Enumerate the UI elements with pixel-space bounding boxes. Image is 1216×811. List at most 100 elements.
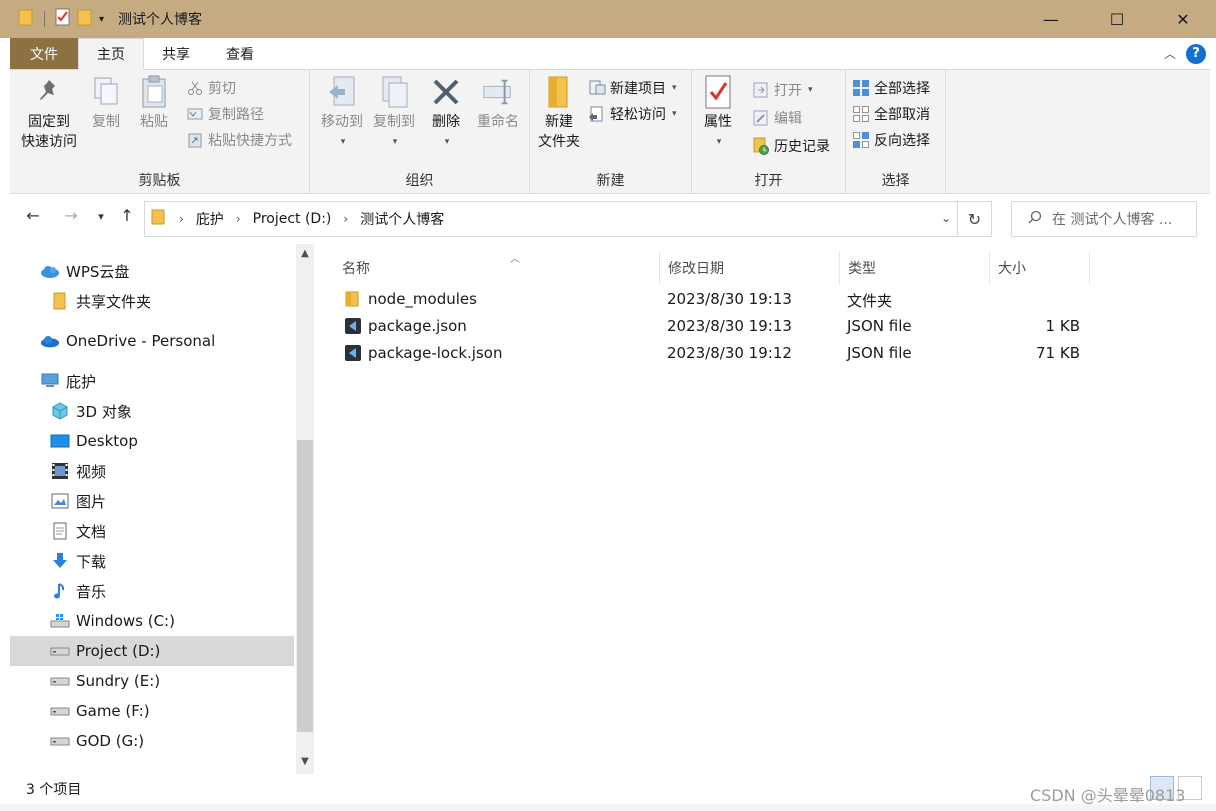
copy-to-button[interactable]: 复制到 ▾ — [366, 74, 422, 152]
file-type: JSON file — [847, 344, 912, 362]
folder-icon — [18, 8, 34, 30]
watermark: CSDN @头晕晕0813 — [1030, 786, 1186, 805]
new-folder-button[interactable]: 新建 文件夹 — [534, 74, 584, 152]
new-item-button[interactable]: 新建项目 ▾ — [588, 76, 677, 100]
tab-view[interactable]: 查看 — [208, 38, 272, 69]
edit-button[interactable]: 编辑 — [752, 106, 802, 130]
new-folder-icon[interactable] — [77, 8, 93, 30]
windows-drive-icon — [50, 611, 70, 631]
nav-item-pictures[interactable]: 图片 — [10, 486, 294, 516]
move-to-button[interactable]: 移动到 ▾ — [314, 74, 370, 152]
refresh-button[interactable]: ↻ — [958, 201, 992, 237]
clipboard-group: 固定到 快速访问 复制 粘贴 剪切 复制路径 粘贴快捷方式 剪贴板 — [10, 70, 310, 194]
nav-item-drive-e[interactable]: Sundry (E:) — [10, 666, 294, 696]
back-button[interactable]: ← — [22, 206, 44, 225]
address-dropdown-icon[interactable]: ⌄ — [941, 211, 951, 225]
table-row[interactable]: package-lock.json 2023/8/30 19:12 JSON f… — [334, 340, 1094, 367]
column-header-size[interactable]: 大小 — [990, 252, 1090, 284]
properties-icon[interactable] — [55, 8, 71, 30]
onedrive-icon — [40, 331, 60, 351]
nav-item-music[interactable]: 音乐 — [10, 576, 294, 606]
breadcrumb-item[interactable]: 测试个人博客 — [360, 209, 444, 229]
copy-button[interactable]: 复制 — [84, 74, 128, 132]
folder-icon — [344, 290, 362, 308]
nav-item-drive-c[interactable]: Windows (C:) — [10, 606, 294, 636]
pin-quick-access-button[interactable]: 固定到 快速访问 — [16, 74, 82, 152]
customize-toolbar-icon[interactable]: ▾ — [99, 14, 104, 25]
nav-item-drive-d[interactable]: Project (D:) — [10, 636, 294, 666]
nav-item-drive-f[interactable]: Game (F:) — [10, 696, 294, 726]
breadcrumb-item[interactable]: Project (D:) — [253, 211, 332, 227]
paste-button[interactable]: 粘贴 — [132, 74, 176, 132]
table-row[interactable]: package.json 2023/8/30 19:13 JSON file 1… — [334, 313, 1094, 340]
forward-button[interactable]: → — [60, 206, 82, 225]
breadcrumb-item[interactable]: 庇护 — [196, 209, 224, 229]
help-icon[interactable]: ? — [1186, 43, 1206, 64]
scroll-down-icon[interactable]: ▼ — [296, 756, 314, 767]
nav-item-videos[interactable]: 视频 — [10, 456, 294, 486]
folder-icon — [151, 208, 167, 230]
pin-icon — [33, 74, 65, 110]
nav-item-onedrive[interactable]: OneDrive - Personal — [10, 326, 294, 356]
drive-icon — [50, 731, 70, 751]
rename-icon — [482, 74, 514, 110]
address-bar[interactable]: › 庇护 › Project (D:) › 测试个人博客 ⌄ — [144, 201, 958, 237]
tab-file[interactable]: 文件 — [10, 38, 78, 69]
collapse-ribbon-icon[interactable]: ︿ — [1164, 45, 1176, 62]
easy-access-button[interactable]: 轻松访问 ▾ — [588, 102, 677, 126]
invert-selection-icon — [852, 131, 870, 149]
file-modified: 2023/8/30 19:13 — [667, 317, 792, 335]
paste-shortcut-button[interactable]: 粘贴快捷方式 — [186, 128, 292, 152]
tab-home[interactable]: 主页 — [78, 38, 144, 70]
properties-button[interactable]: 属性 ▾ — [698, 74, 738, 152]
history-button[interactable]: 历史记录 — [752, 134, 830, 158]
nav-item-downloads[interactable]: 下载 — [10, 546, 294, 576]
column-header-name[interactable]: ︿ 名称 — [334, 252, 660, 284]
nav-item-wps-cloud[interactable]: WPS云盘 — [10, 256, 294, 286]
up-button[interactable]: ↑ — [116, 206, 138, 225]
file-size: 1 KB — [1045, 317, 1080, 335]
new-group: 新建 文件夹 新建项目 ▾ 轻松访问 ▾ 新建 — [530, 70, 692, 194]
tab-share[interactable]: 共享 — [144, 38, 208, 69]
nav-pane-scrollbar[interactable]: ▲ ▼ — [296, 244, 314, 774]
invert-selection-button[interactable]: 反向选择 — [852, 128, 930, 152]
window-title: 测试个人博客 — [118, 12, 203, 28]
organize-group-label: 组织 — [405, 173, 434, 189]
search-box[interactable]: 在 测试个人博客 ... — [1011, 201, 1197, 237]
title-bar: ▾ 测试个人博客 — ☐ ✕ — [0, 0, 1216, 38]
column-header-type[interactable]: 类型 — [840, 252, 990, 284]
clipboard-group-label: 剪贴板 — [138, 173, 181, 189]
ribbon-tabs: 文件 主页 共享 查看 ︿ ? — [10, 38, 1210, 70]
select-group-label: 选择 — [881, 173, 910, 189]
cut-button[interactable]: 剪切 — [186, 76, 236, 100]
column-header-modified[interactable]: 修改日期 — [660, 252, 840, 284]
scroll-up-icon[interactable]: ▲ — [296, 248, 314, 259]
move-to-icon — [326, 74, 358, 110]
nav-item-drive-g[interactable]: GOD (G:) — [10, 726, 294, 756]
open-button[interactable]: 打开 ▾ — [752, 78, 813, 102]
nav-item-shared-folder[interactable]: 共享文件夹 — [10, 286, 294, 316]
recent-locations-icon[interactable]: ▾ — [90, 210, 112, 223]
select-none-button[interactable]: 全部取消 — [852, 102, 930, 126]
maximize-button[interactable]: ☐ — [1084, 0, 1150, 38]
vscode-file-icon — [344, 344, 362, 362]
easy-access-icon — [588, 105, 606, 123]
delete-button[interactable]: 删除 ▾ — [426, 74, 466, 152]
navigation-bar: ← → ▾ ↑ › 庇护 › Project (D:) › 测试个人博客 ⌄ ↻… — [10, 194, 1210, 244]
folder-icon — [50, 291, 70, 311]
minimize-button[interactable]: — — [1018, 0, 1084, 38]
select-all-button[interactable]: 全部选择 — [852, 76, 930, 100]
document-icon — [50, 521, 70, 541]
scrollbar-thumb[interactable] — [297, 440, 313, 732]
close-button[interactable]: ✕ — [1150, 0, 1216, 38]
drive-icon — [50, 671, 70, 691]
table-row[interactable]: node_modules 2023/8/30 19:13 文件夹 — [334, 286, 1094, 313]
file-name: package-lock.json — [368, 344, 503, 362]
rename-button[interactable]: 重命名 — [472, 74, 524, 132]
copy-path-button[interactable]: 复制路径 — [186, 102, 264, 126]
copy-icon — [90, 74, 122, 110]
nav-item-documents[interactable]: 文档 — [10, 516, 294, 546]
nav-item-desktop[interactable]: Desktop — [10, 426, 294, 456]
nav-item-this-pc[interactable]: 庇护 — [10, 366, 294, 396]
nav-item-3d-objects[interactable]: 3D 对象 — [10, 396, 294, 426]
